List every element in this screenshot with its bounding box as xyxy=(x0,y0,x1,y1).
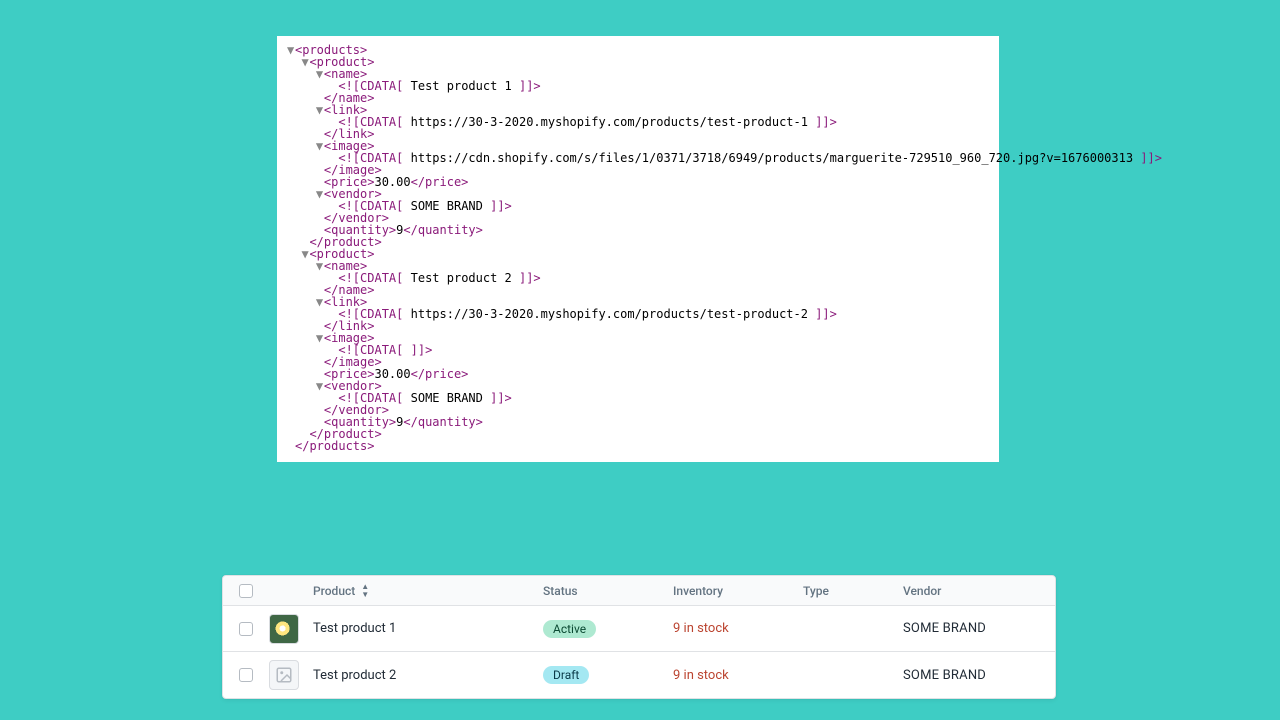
xml-line[interactable]: <![CDATA[ SOME BRAND ]]> xyxy=(287,200,989,212)
product-name-label: Test product 1 xyxy=(313,621,396,636)
xml-line[interactable]: <![CDATA[ SOME BRAND ]]> xyxy=(287,392,989,404)
xml-line[interactable]: <price>30.00</price> xyxy=(287,368,989,380)
checkbox-icon xyxy=(239,668,253,682)
header-type[interactable]: Type xyxy=(803,584,903,598)
checkbox-icon xyxy=(239,622,253,636)
product-thumbnail[interactable] xyxy=(269,614,313,644)
product-inventory: 9 in stock xyxy=(673,668,803,683)
xml-line[interactable]: ▼<product> xyxy=(287,56,989,68)
product-status: Draft xyxy=(543,666,673,684)
inventory-value: 9 in stock xyxy=(673,621,729,636)
product-vendor: SOME BRAND xyxy=(903,621,1055,636)
xml-line[interactable]: </link> xyxy=(287,320,989,332)
xml-line[interactable]: ▼<products> xyxy=(287,44,989,56)
xml-line[interactable]: <![CDATA[ https://30-3-2020.myshopify.co… xyxy=(287,308,989,320)
table-row[interactable]: Test product 1 Active 9 in stock SOME BRAND xyxy=(223,606,1055,652)
xml-line[interactable]: <![CDATA[ https://cdn.shopify.com/s/file… xyxy=(287,152,989,164)
xml-line[interactable]: </products> xyxy=(287,440,989,452)
sort-icon: ▲▼ xyxy=(361,583,369,599)
product-name[interactable]: Test product 1 xyxy=(313,621,543,636)
header-status-label: Status xyxy=(543,584,578,598)
product-name-label: Test product 2 xyxy=(313,668,396,683)
checkbox-icon xyxy=(239,584,253,598)
header-status[interactable]: Status xyxy=(543,584,673,598)
xml-line[interactable]: </link> xyxy=(287,128,989,140)
header-product-label: Product xyxy=(313,584,355,598)
product-vendor: SOME BRAND xyxy=(903,668,1055,683)
table-header-row: Product ▲▼ Status Inventory Type Vendor xyxy=(223,576,1055,606)
product-inventory: 9 in stock xyxy=(673,621,803,636)
xml-line[interactable]: <![CDATA[ Test product 1 ]]> xyxy=(287,80,989,92)
status-badge: Draft xyxy=(543,666,589,684)
status-badge: Active xyxy=(543,620,596,638)
xml-line[interactable]: <price>30.00</price> xyxy=(287,176,989,188)
products-table: Product ▲▼ Status Inventory Type Vendor … xyxy=(222,575,1056,699)
product-image-icon xyxy=(269,614,299,644)
row-checkbox[interactable] xyxy=(239,622,269,636)
header-inventory[interactable]: Inventory xyxy=(673,584,803,598)
xml-line[interactable]: <quantity>9</quantity> xyxy=(287,416,989,428)
header-product[interactable]: Product ▲▼ xyxy=(313,583,543,599)
inventory-value: 9 in stock xyxy=(673,668,729,683)
xml-line[interactable]: </product> xyxy=(287,428,989,440)
header-vendor[interactable]: Vendor xyxy=(903,584,1055,598)
header-type-label: Type xyxy=(803,584,829,598)
xml-line[interactable]: </name> xyxy=(287,284,989,296)
product-status: Active xyxy=(543,620,673,638)
table-row[interactable]: Test product 2 Draft 9 in stock SOME BRAND xyxy=(223,652,1055,698)
xml-viewer-panel: ▼<products> ▼<product> ▼<name> <![CDATA[… xyxy=(277,36,999,462)
xml-line[interactable]: </name> xyxy=(287,92,989,104)
header-inventory-label: Inventory xyxy=(673,584,723,598)
xml-line[interactable]: <![CDATA[ Test product 2 ]]> xyxy=(287,272,989,284)
row-checkbox[interactable] xyxy=(239,668,269,682)
vendor-value: SOME BRAND xyxy=(903,621,986,636)
xml-line[interactable]: </product> xyxy=(287,236,989,248)
image-placeholder-icon xyxy=(269,660,299,690)
product-thumbnail[interactable] xyxy=(269,660,313,690)
vendor-value: SOME BRAND xyxy=(903,668,986,683)
xml-line[interactable]: <![CDATA[ ]]> xyxy=(287,344,989,356)
product-name[interactable]: Test product 2 xyxy=(313,668,543,683)
xml-line[interactable]: ▼<product> xyxy=(287,248,989,260)
xml-line[interactable]: <quantity>9</quantity> xyxy=(287,224,989,236)
header-select-all[interactable] xyxy=(239,584,269,598)
xml-line[interactable]: <![CDATA[ https://30-3-2020.myshopify.co… xyxy=(287,116,989,128)
header-vendor-label: Vendor xyxy=(903,584,941,598)
